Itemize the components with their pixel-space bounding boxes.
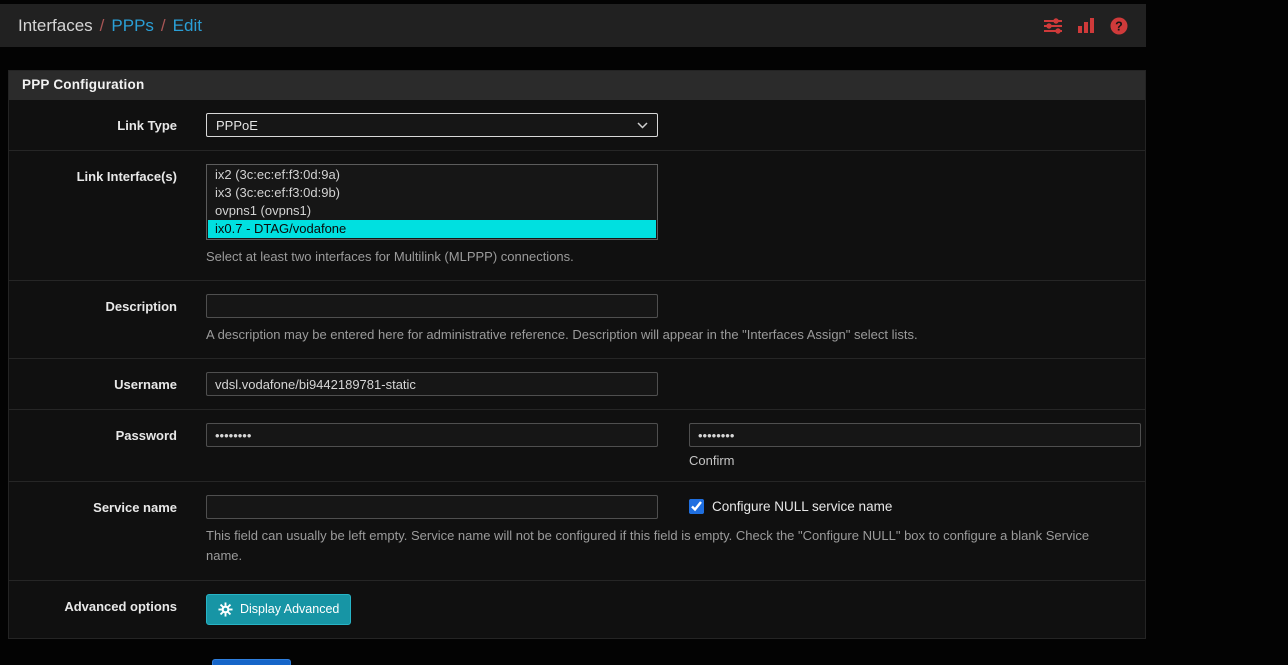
breadcrumb-interfaces[interactable]: Interfaces — [18, 16, 93, 36]
service-name-label: Service name — [9, 495, 206, 566]
chart-icon[interactable] — [1078, 18, 1095, 33]
form-row-advanced-options: Advanced options — [9, 581, 1145, 638]
top-navbar: Interfaces / PPPs / Edit — [0, 4, 1146, 47]
form-row-username: Username — [9, 359, 1145, 410]
password-confirm-label: Confirm — [689, 453, 1141, 468]
form-actions: Save — [212, 659, 1146, 665]
breadcrumb-separator: / — [100, 16, 105, 36]
description-label: Description — [9, 294, 206, 345]
sliders-icon[interactable] — [1043, 18, 1063, 34]
listbox-option[interactable]: ix2 (3c:ec:ef:f3:0d:9a) — [208, 166, 656, 184]
listbox-option[interactable]: ovpns1 (ovpns1) — [208, 202, 656, 220]
link-interfaces-label: Link Interface(s) — [9, 164, 206, 267]
listbox-option[interactable]: ix3 (3c:ec:ef:f3:0d:9b) — [208, 184, 656, 202]
form-row-link-type: Link Type PPPoE — [9, 100, 1145, 151]
advanced-options-label: Advanced options — [9, 594, 206, 625]
link-type-selected-value: PPPoE — [216, 118, 258, 133]
chevron-down-icon — [637, 122, 648, 129]
username-label: Username — [9, 372, 206, 396]
save-button[interactable]: Save — [212, 659, 291, 665]
breadcrumb-ppps[interactable]: PPPs — [111, 16, 154, 36]
password-label: Password — [9, 423, 206, 468]
panel-header: PPP Configuration — [9, 71, 1145, 100]
service-name-help: This field can usually be left empty. Se… — [206, 526, 1111, 566]
gear-icon — [218, 602, 233, 617]
username-input[interactable] — [206, 372, 658, 396]
breadcrumb-separator: / — [161, 16, 166, 36]
help-icon[interactable]: ? — [1110, 17, 1128, 35]
configure-null-group: Configure NULL service name — [689, 495, 1141, 514]
link-interfaces-help: Select at least two interfaces for Multi… — [206, 247, 1139, 267]
form-row-service-name: Service name Configure NULL service name… — [9, 482, 1145, 580]
page: Interfaces / PPPs / Edit — [0, 4, 1146, 665]
form-row-password: Password Confirm — [9, 410, 1145, 482]
configure-null-label[interactable]: Configure NULL service name — [712, 499, 892, 514]
display-advanced-button[interactable]: Display Advanced — [206, 594, 351, 625]
password-input[interactable] — [206, 423, 658, 447]
description-input[interactable] — [206, 294, 658, 318]
navbar-icons: ? — [1043, 17, 1128, 35]
panel-title: PPP Configuration — [22, 77, 144, 92]
service-name-input[interactable] — [206, 495, 658, 519]
breadcrumb: Interfaces / PPPs / Edit — [18, 16, 202, 36]
password-confirm-input[interactable] — [689, 423, 1141, 447]
description-help: A description may be entered here for ad… — [206, 325, 1111, 345]
link-interfaces-listbox[interactable]: ix2 (3c:ec:ef:f3:0d:9a) ix3 (3c:ec:ef:f3… — [206, 164, 658, 240]
svg-text:?: ? — [1115, 19, 1123, 33]
configure-null-checkbox[interactable] — [689, 499, 704, 514]
breadcrumb-edit[interactable]: Edit — [173, 16, 202, 36]
display-advanced-label: Display Advanced — [240, 602, 339, 616]
ppp-configuration-panel: PPP Configuration Link Type PPPoE Link I… — [8, 70, 1146, 639]
form-row-link-interfaces: Link Interface(s) ix2 (3c:ec:ef:f3:0d:9a… — [9, 151, 1145, 281]
listbox-option-selected[interactable]: ix0.7 - DTAG/vodafone — [208, 220, 656, 238]
form-row-description: Description A description may be entered… — [9, 281, 1145, 359]
link-type-label: Link Type — [9, 113, 206, 137]
link-type-select[interactable]: PPPoE — [206, 113, 658, 137]
